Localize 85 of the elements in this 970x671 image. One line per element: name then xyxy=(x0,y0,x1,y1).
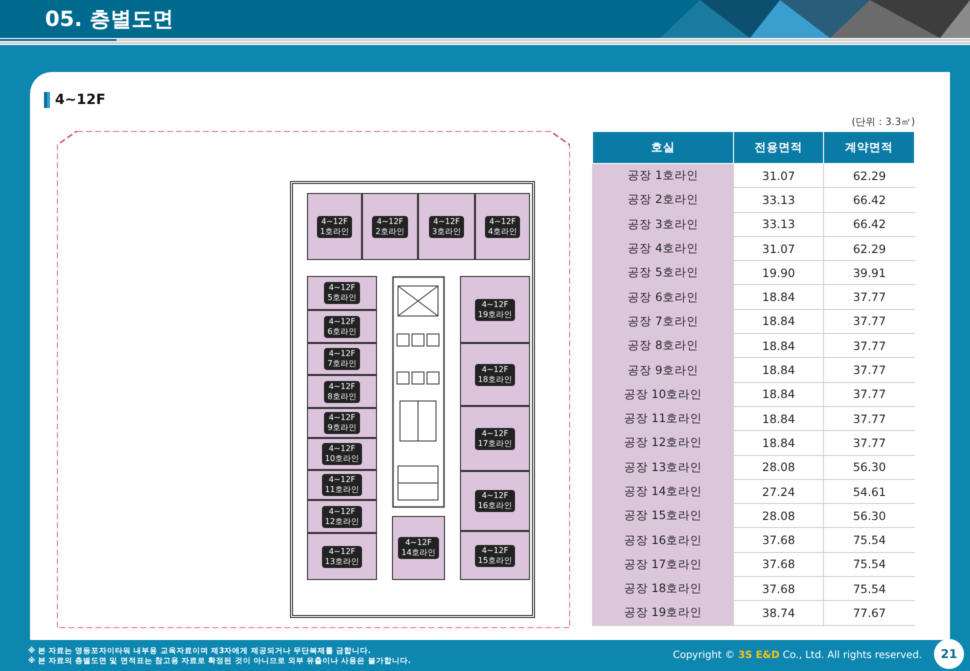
table-cell: 37.77 xyxy=(824,284,914,310)
table-cell: 66.42 xyxy=(824,188,914,212)
table-cell: 77.67 xyxy=(824,600,914,626)
table-cell: 공장 15호라인 xyxy=(592,504,734,528)
table-cell: 공장 14호라인 xyxy=(592,479,734,504)
table-cell: 37.68 xyxy=(733,528,824,552)
table-cell: 28.08 xyxy=(733,504,824,528)
section-marker-icon xyxy=(44,92,50,108)
table-cell: 18.84 xyxy=(733,430,824,456)
table-cell: 18.84 xyxy=(733,358,824,382)
table-cell: 33.13 xyxy=(733,212,824,236)
table-cell: 38.74 xyxy=(733,600,824,626)
table-cell: 공장 3호라인 xyxy=(592,212,734,236)
table-cell: 공장 4호라인 xyxy=(592,236,734,261)
table-cell: 37.77 xyxy=(824,309,914,334)
column-header: 계약면적 xyxy=(824,132,914,164)
table-cell: 18.84 xyxy=(733,382,824,406)
unit-label: 4~12F 5호라인 xyxy=(324,282,360,304)
table-cell: 62.29 xyxy=(824,236,914,261)
table-cell: 공장 12호라인 xyxy=(592,430,734,456)
table-cell: 37.77 xyxy=(824,334,914,358)
unit-label: 4~12F 4호라인 xyxy=(484,216,520,238)
table-cell: 54.61 xyxy=(824,479,914,504)
unit-label: 4~12F 16호라인 xyxy=(474,490,516,512)
table-cell: 공장 7호라인 xyxy=(592,309,734,334)
table-cell: 27.24 xyxy=(733,479,824,504)
unit-label: 4~12F 8호라인 xyxy=(324,380,360,402)
table-cell: 공장 18호라인 xyxy=(592,576,734,601)
table-cell: 공장 11호라인 xyxy=(592,406,734,431)
table-cell: 18.84 xyxy=(733,309,824,334)
table-cell: 31.07 xyxy=(733,164,824,188)
unit-label: 4~12F 6호라인 xyxy=(324,316,360,338)
table-cell: 공장 6호라인 xyxy=(592,284,734,310)
table-cell: 75.54 xyxy=(824,552,914,577)
unit-label: 4~12F 3호라인 xyxy=(428,216,464,238)
table-cell: 공장 16호라인 xyxy=(592,528,734,552)
table-cell: 37.68 xyxy=(733,552,824,577)
unit-label: 4~12F 13호라인 xyxy=(322,546,362,568)
table-cell: 공장 9호라인 xyxy=(592,358,734,382)
table-cell: 56.30 xyxy=(824,504,914,528)
table-cell: 28.08 xyxy=(733,455,824,480)
unit-label: 4~12F 2호라인 xyxy=(372,216,408,238)
table-cell: 62.29 xyxy=(824,164,914,188)
column-header: 전용면적 xyxy=(733,132,824,164)
unit-label: 4~12F 12호라인 xyxy=(322,506,362,528)
table-cell: 공장 8호라인 xyxy=(592,334,734,358)
table-cell: 공장 17호라인 xyxy=(592,552,734,577)
unit-label: 4~12F 9호라인 xyxy=(324,412,360,434)
table-cell: 공장 2호라인 xyxy=(592,188,734,212)
table-cell: 37.68 xyxy=(733,576,824,601)
table-cell: 공장 19호라인 xyxy=(592,600,734,626)
table-cell: 56.30 xyxy=(824,455,914,480)
copyright-text: Copyright © 3S E&D Co., Ltd. All rights reserved. xyxy=(672,650,922,661)
table-cell: 18.84 xyxy=(733,406,824,431)
unit-label: 4~12F 14호라인 xyxy=(398,537,439,559)
table-cell: 75.54 xyxy=(824,528,914,552)
table-cell: 33.13 xyxy=(733,188,824,212)
table-cell: 75.54 xyxy=(824,576,914,601)
table-cell: 37.77 xyxy=(824,358,914,382)
unit-label: 4~12F 17호라인 xyxy=(474,428,516,450)
unit-label: 4~12F 11호라인 xyxy=(322,474,362,496)
table-cell: 18.84 xyxy=(733,334,824,358)
unit-label: 4~12F 18호라인 xyxy=(474,364,516,386)
table-cell: 31.07 xyxy=(733,236,824,261)
unit-label: 4~12F 1호라인 xyxy=(316,216,352,238)
unit-label: 4~12F 19호라인 xyxy=(474,298,516,320)
unit-note: (단위 : 3.3㎡) xyxy=(850,116,915,130)
table-cell: 37.77 xyxy=(824,430,914,456)
table-cell: 19.90 xyxy=(733,260,824,285)
unit-label: 4~12F 10호라인 xyxy=(322,443,362,465)
unit-label: 4~12F 15호라인 xyxy=(474,544,516,566)
table-cell: 37.77 xyxy=(824,406,914,431)
table-cell: 39.91 xyxy=(824,260,914,285)
table-cell: 66.42 xyxy=(824,212,914,236)
table-cell: 공장 1호라인 xyxy=(592,164,734,188)
page-title: 05. 층별도면 xyxy=(45,6,174,33)
table-cell: 공장 10호라인 xyxy=(592,382,734,406)
section-title: 4~12F xyxy=(55,92,106,108)
unit-label: 4~12F 7호라인 xyxy=(324,348,360,370)
table-cell: 공장 5호라인 xyxy=(592,260,734,285)
table-cell: 공장 13호라인 xyxy=(592,455,734,480)
column-header: 호실 xyxy=(592,132,734,164)
page-number: 21 xyxy=(934,639,964,669)
table-cell: 37.77 xyxy=(824,382,914,406)
table-cell: 18.84 xyxy=(733,284,824,310)
